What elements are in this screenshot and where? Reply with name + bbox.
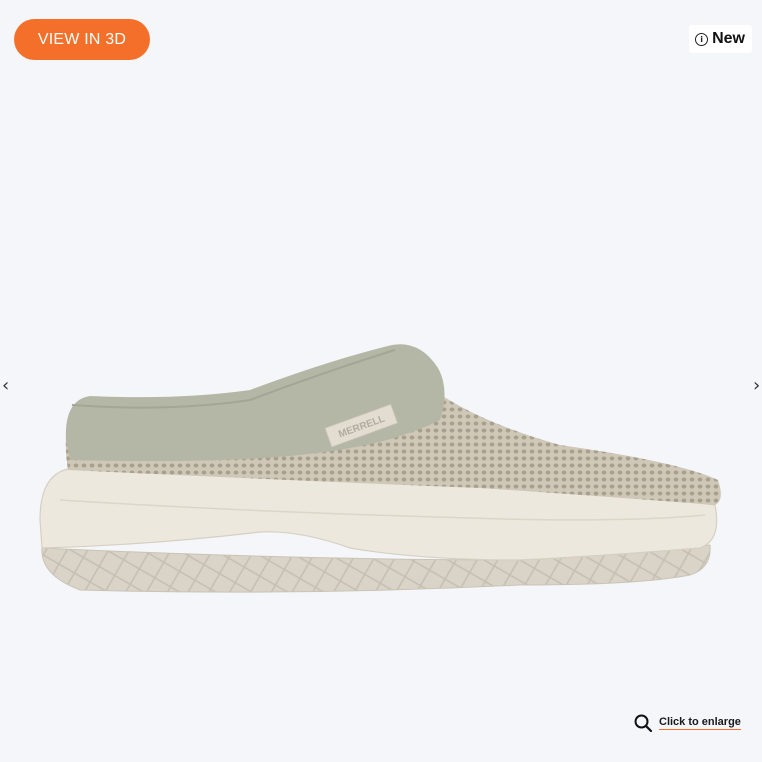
enlarge-label: Click to enlarge: [659, 716, 741, 730]
click-to-enlarge-link[interactable]: Click to enlarge: [633, 713, 741, 733]
search-icon: [634, 714, 653, 733]
product-image[interactable]: MERRELL: [0, 0, 762, 762]
shoe: MERRELL: [39, 344, 721, 593]
